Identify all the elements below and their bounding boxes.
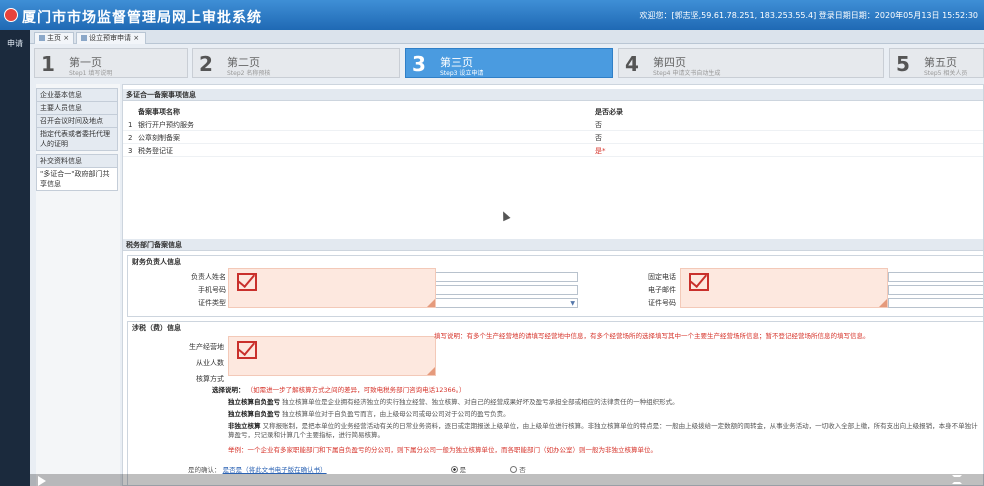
tax-group: 涉税（费）信息 生产经营地 从业人数 核算方式 填写说明：有多个生产经营地的请填… [127, 321, 983, 485]
table-row[interactable]: 3 税务登记证 是* [123, 145, 983, 157]
explain-tip: （如需进一步了解核算方式之间的差异，可致电税务部门咨询电话12366。） [246, 386, 466, 394]
step-2[interactable]: 2 第二页 Step2 名称预核 [192, 48, 400, 78]
table-row[interactable]: 1 银行开户预约服务 否 [123, 119, 983, 131]
yes-radio[interactable]: 是 [449, 466, 466, 474]
nav-supplement-info[interactable]: 补交资料信息 [36, 154, 118, 168]
welcome-text: 欢迎您：[郭志坚,59.61.78.251, 183.253.55.4] 登录日… [639, 11, 978, 20]
step-1[interactable]: 1 第一页 Step1 填写说明 [34, 48, 188, 78]
app-header: 厦门市市场监督管理局网上审批系统 欢迎您：[郭志坚,59.61.78.251, … [0, 0, 984, 30]
step-4[interactable]: 4 第四页 Step4 申请文书自动生成 [618, 48, 884, 78]
play-icon[interactable] [38, 476, 46, 486]
finance-group: 财务负责人信息 负责人姓名 手机号码 证件类型 ▼ 固定电话 电子邮件 证件号码 [127, 255, 983, 317]
nav-shared-info[interactable]: "多证合一"政府部门共享信息 [36, 167, 118, 191]
multi-cert-section-title: 多证合一备案事项信息 [123, 89, 983, 101]
example-note: 举例：一个企业有多家职能部门和下属自负盈亏的分公司，则下属分公司一般为独立核算单… [228, 446, 657, 454]
email-input[interactable] [888, 285, 983, 295]
logo-icon [4, 8, 18, 22]
confirm-label: 是的确认： [188, 466, 221, 474]
mobile-label: 手机号码 [198, 286, 226, 294]
explain-title: 选择说明： [212, 386, 245, 394]
main-area: 主页 × 设立预审申请 × 1 第一页 Step1 填写说明 2 第二页 Ste… [30, 30, 984, 486]
fixed-phone-input[interactable] [888, 272, 983, 282]
item1-text: 独立核算单位是企业拥有经济独立的实行独立经营、独立核算、对自己的经营成果好坏及盈… [282, 398, 679, 406]
no-radio[interactable]: 否 [508, 466, 526, 474]
name-label: 负责人姓名 [191, 273, 226, 281]
wizard-steps: 1 第一页 Step1 填写说明 2 第二页 Step2 名称预核 3 第三页 … [30, 46, 984, 80]
confirm-link[interactable]: 是否是（将此文书电子版在确认书） [223, 466, 327, 474]
checkmark-icon [237, 273, 257, 291]
nav-personnel-info[interactable]: 主要人员信息 [36, 101, 118, 115]
finance-group-title: 财务负责人信息 [132, 258, 181, 266]
mouse-cursor-icon [499, 209, 511, 222]
tax-group-title: 涉税（费）信息 [132, 324, 181, 332]
item3-title: 非独立核算 [228, 422, 261, 430]
left-rail: 申请 [0, 30, 30, 486]
idno-input[interactable] [888, 298, 983, 308]
table-row[interactable]: 2 公章刻制备案 否 [123, 132, 983, 144]
idno-label: 证件号码 [648, 299, 676, 307]
nav-enterprise-info[interactable]: 企业基本信息 [36, 88, 118, 102]
step-3[interactable]: 3 第三页 Step3 设立申请 [405, 48, 613, 78]
idtype-label: 证件类型 [198, 299, 226, 307]
annotation-highlight [228, 336, 436, 376]
nav-meeting-info[interactable]: 召开会议时间及地点 [36, 114, 118, 128]
industry-label: 生产经营地 [189, 343, 224, 351]
tab-home[interactable]: 主页 × [34, 32, 74, 44]
item2-title: 独立核算自负盈亏 [228, 410, 280, 418]
annotation-highlight [228, 268, 436, 308]
radio-icon [450, 466, 458, 473]
tab-establish-apply[interactable]: 设立预审申请 × [76, 32, 146, 44]
fullscreen-icon[interactable] [952, 475, 962, 484]
item1-title: 独立核算自负盈亏 [228, 398, 280, 406]
accounting-label: 核算方式 [196, 375, 224, 383]
app-title: 厦门市市场监督管理局网上审批系统 [22, 10, 262, 26]
col-required: 是否必录 [595, 108, 623, 116]
radio-icon [510, 466, 518, 473]
content-panel: 多证合一备案事项信息 备案事项名称 是否必录 1 银行开户预约服务 否 2 公章… [122, 84, 984, 486]
section-nav: 企业基本信息 主要人员信息 召开会议时间及地点 指定代表或者委托代理人的证明 补… [36, 84, 120, 486]
item2-text: 独立核算单位对于自负盈亏而言，由上级母公司或母公司对于公司的盈亏负责。 [282, 410, 510, 418]
fixed-phone-label: 固定电话 [648, 273, 676, 281]
document-icon [81, 35, 87, 41]
nav-agent-proof[interactable]: 指定代表或者委托代理人的证明 [36, 127, 118, 151]
step-5[interactable]: 5 第五页 Step5 相关人员 [889, 48, 984, 78]
item3-text: 又称报账制，是把本单位的业务经营活动有关的日常业务资料，逐日或定期报送上级单位，… [228, 422, 978, 439]
annotation-highlight [680, 268, 888, 308]
col-item-name: 备案事项名称 [138, 108, 180, 116]
fill-hint: 填写说明：有多个生产经营地的请填写经营地中信息，有多个经营场所的选择填写其中一个… [434, 332, 870, 340]
tax-section-title: 税务部门备案信息 [123, 239, 983, 251]
home-icon [39, 35, 45, 41]
checkmark-icon [689, 273, 709, 291]
video-controls [30, 474, 984, 486]
staff-label: 从业人数 [196, 359, 224, 367]
rail-menu-item[interactable]: 申请 [0, 38, 30, 49]
chevron-down-icon: ▼ [570, 300, 575, 307]
tab-bar: 主页 × 设立预审申请 × [30, 30, 984, 44]
email-label: 电子邮件 [648, 286, 676, 294]
checkmark-icon [237, 341, 257, 359]
